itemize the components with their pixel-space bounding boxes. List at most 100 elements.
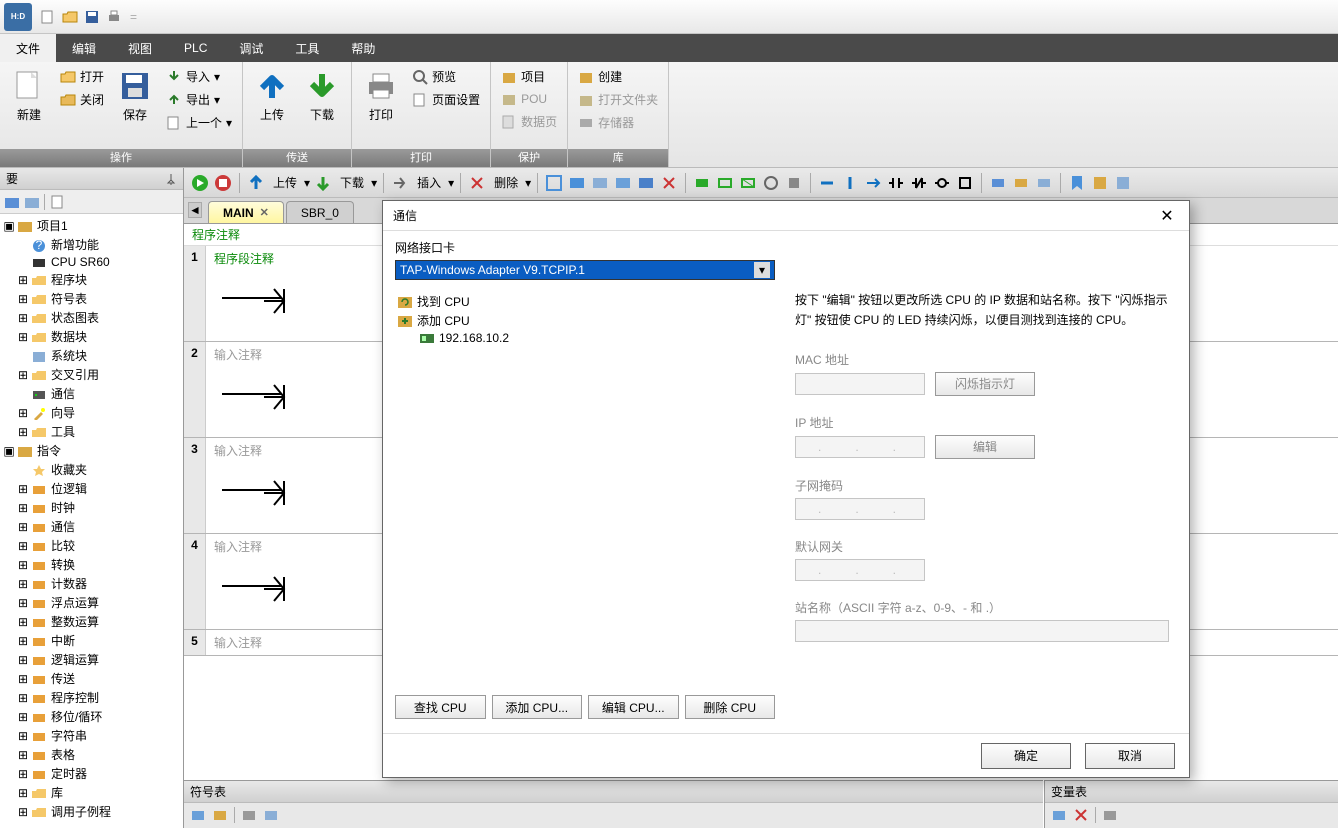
- tree-cmd-convert[interactable]: ⊞转换: [0, 555, 183, 574]
- ribbon-import-button[interactable]: 导入 ▾: [162, 66, 236, 87]
- tb-icon-c[interactable]: [590, 173, 610, 193]
- ribbon-project-button[interactable]: 项目: [497, 66, 561, 87]
- tb-insert-dropdown[interactable]: ▾: [448, 176, 454, 190]
- ribbon-create-button[interactable]: 创建: [574, 66, 662, 87]
- tb-insert-icon[interactable]: [390, 173, 410, 193]
- ribbon-pou-button[interactable]: POU: [497, 89, 561, 109]
- tb-icon-k[interactable]: [784, 173, 804, 193]
- tree-item-data-block[interactable]: ⊞数据块: [0, 327, 183, 346]
- tree-cmd-comm[interactable]: ⊞通信: [0, 517, 183, 536]
- add-cpu-button[interactable]: 添加 CPU...: [492, 695, 583, 719]
- tb-icon-d[interactable]: [613, 173, 633, 193]
- qat-print-icon[interactable]: [104, 7, 124, 27]
- qat-save-icon[interactable]: [82, 7, 102, 27]
- cpu-tree-find[interactable]: 找到 CPU: [395, 292, 775, 311]
- cancel-button[interactable]: 取消: [1085, 743, 1175, 769]
- tree-cmd-transfer[interactable]: ⊞传送: [0, 669, 183, 688]
- tb-contact-no-icon[interactable]: [886, 173, 906, 193]
- ribbon-open-button[interactable]: 打开: [56, 66, 108, 87]
- tree-cmd-timer[interactable]: ⊞定时器: [0, 764, 183, 783]
- tree-cmd-counter[interactable]: ⊞计数器: [0, 574, 183, 593]
- tb-download-icon[interactable]: [313, 173, 333, 193]
- menu-view[interactable]: 视图: [112, 34, 168, 62]
- tree-item-system-block[interactable]: 系统块: [0, 346, 183, 365]
- tb-icon-g[interactable]: [692, 173, 712, 193]
- tree-cmd-logic[interactable]: ⊞逻辑运算: [0, 650, 183, 669]
- tree-cmd-root[interactable]: ▣指令: [0, 441, 183, 460]
- edit-ip-button[interactable]: 编辑: [935, 435, 1035, 459]
- tb-run-icon[interactable]: [190, 173, 210, 193]
- tree-item-cross-ref[interactable]: ⊞交叉引用: [0, 365, 183, 384]
- tb-icon-h[interactable]: [715, 173, 735, 193]
- tree-cmd-shift[interactable]: ⊞移位/循环: [0, 707, 183, 726]
- tb-icon-e[interactable]: [636, 173, 656, 193]
- tab-sbr[interactable]: SBR_0: [286, 201, 354, 223]
- ribbon-close-button[interactable]: 关闭: [56, 89, 108, 110]
- ribbon-new-button[interactable]: 新建: [6, 66, 52, 127]
- tree-cmd-subroutine[interactable]: ⊞调用子例程: [0, 802, 183, 821]
- tree-item-wizard[interactable]: ⊞向导: [0, 403, 183, 422]
- tree-cmd-bit[interactable]: ⊞位逻辑: [0, 479, 183, 498]
- pin-icon[interactable]: [165, 173, 177, 185]
- tree-tb-icon1[interactable]: [4, 194, 20, 210]
- nic-select[interactable]: TAP-Windows Adapter V9.TCPIP.1 ▾: [395, 260, 775, 280]
- tb-upload-icon[interactable]: [246, 173, 266, 193]
- tree-tb-icon3[interactable]: [49, 194, 65, 210]
- tree-cmd-float[interactable]: ⊞浮点运算: [0, 593, 183, 612]
- tb-icon-s[interactable]: [1090, 173, 1110, 193]
- tb-stop-icon[interactable]: [213, 173, 233, 193]
- gateway-input[interactable]: [795, 559, 925, 581]
- tree-cmd-compare[interactable]: ⊞比较: [0, 536, 183, 555]
- tab-main[interactable]: MAIN✕: [208, 201, 284, 223]
- tb-download-dropdown[interactable]: ▾: [371, 176, 377, 190]
- tb-icon-r[interactable]: [1034, 173, 1054, 193]
- tb-bookmark-icon[interactable]: [1067, 173, 1087, 193]
- ribbon-save-button[interactable]: 保存: [112, 66, 158, 127]
- tb-icon-a[interactable]: [544, 173, 564, 193]
- st-icon2[interactable]: [212, 807, 228, 823]
- tb-box-icon[interactable]: [955, 173, 975, 193]
- project-tree[interactable]: ▣项目1 ?新增功能 CPU SR60 ⊞程序块 ⊞符号表 ⊞状态图表 ⊞数据块…: [0, 214, 183, 828]
- tree-item-program-block[interactable]: ⊞程序块: [0, 270, 183, 289]
- edit-cpu-button[interactable]: 编辑 CPU...: [588, 695, 679, 719]
- tree-cmd-table[interactable]: ⊞表格: [0, 745, 183, 764]
- delete-cpu-button[interactable]: 删除 CPU: [685, 695, 776, 719]
- ribbon-storage-button[interactable]: 存储器: [574, 112, 662, 133]
- ribbon-download-button[interactable]: 下载: [299, 66, 345, 127]
- tb-icon-i[interactable]: [738, 173, 758, 193]
- tree-item-cpu[interactable]: CPU SR60: [0, 254, 183, 270]
- vt-icon1[interactable]: [1051, 807, 1067, 823]
- tree-item-status-chart[interactable]: ⊞状态图表: [0, 308, 183, 327]
- dialog-close-button[interactable]: ✕: [1155, 204, 1179, 228]
- ok-button[interactable]: 确定: [981, 743, 1071, 769]
- tb-upload-dropdown[interactable]: ▾: [304, 176, 310, 190]
- tree-cmd-library[interactable]: ⊞库: [0, 783, 183, 802]
- tab-scroll-left[interactable]: ◄: [188, 202, 202, 218]
- tb-icon-f[interactable]: [659, 173, 679, 193]
- station-input[interactable]: [795, 620, 1169, 642]
- tree-root[interactable]: ▣项目1: [0, 216, 183, 235]
- ribbon-pagesetup-button[interactable]: 页面设置: [408, 89, 484, 110]
- blink-led-button[interactable]: 闪烁指示灯: [935, 372, 1035, 396]
- close-icon[interactable]: ✕: [260, 206, 269, 219]
- cpu-tree-ip[interactable]: 192.168.10.2: [395, 330, 775, 346]
- qat-new-icon[interactable]: [38, 7, 58, 27]
- ribbon-print-button[interactable]: 打印: [358, 66, 404, 127]
- tb-icon-p[interactable]: [988, 173, 1008, 193]
- st-icon4[interactable]: [263, 807, 279, 823]
- tree-cmd-int[interactable]: ⊞整数运算: [0, 612, 183, 631]
- ip-input[interactable]: [795, 436, 925, 458]
- tb-icon-b[interactable]: [567, 173, 587, 193]
- ribbon-prev-button[interactable]: 上一个 ▾: [162, 112, 236, 133]
- ribbon-export-button[interactable]: 导出 ▾: [162, 89, 236, 110]
- tb-delete-icon[interactable]: [467, 173, 487, 193]
- menu-tool[interactable]: 工具: [279, 34, 335, 62]
- st-icon1[interactable]: [190, 807, 206, 823]
- tb-delete-dropdown[interactable]: ▾: [525, 176, 531, 190]
- tb-icon-m[interactable]: [840, 173, 860, 193]
- menu-debug[interactable]: 调试: [223, 34, 279, 62]
- cpu-tree[interactable]: 找到 CPU 添加 CPU 192.168.10.2: [395, 290, 775, 689]
- tree-item-new-feature[interactable]: ?新增功能: [0, 235, 183, 254]
- tree-tb-icon2[interactable]: [24, 194, 40, 210]
- menu-help[interactable]: 帮助: [335, 34, 391, 62]
